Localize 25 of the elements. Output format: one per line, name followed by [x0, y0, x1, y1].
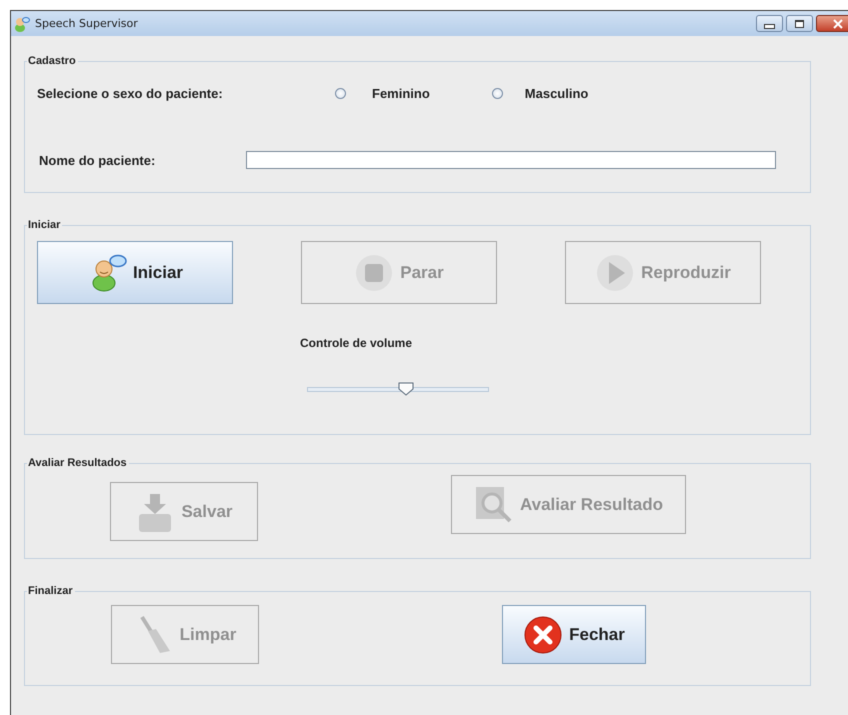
radio-option[interactable]: Masculino: [492, 86, 588, 101]
radio-button[interactable]: [492, 88, 503, 99]
panel-title: Finalizar: [27, 585, 74, 597]
stop-icon: [354, 252, 394, 292]
panel-title: Cadastro: [27, 55, 77, 67]
close-icon: [833, 18, 843, 28]
close-icon: [523, 614, 564, 654]
app-icon: [14, 16, 30, 32]
name-label: Nome do paciente:: [39, 152, 156, 168]
document-magnifier-icon: [474, 484, 514, 524]
minimize-button[interactable]: [756, 15, 783, 32]
slider-thumb[interactable]: [398, 382, 414, 396]
radio-option[interactable]: Feminino: [335, 86, 430, 101]
window-title: Speech Supervisor: [35, 17, 138, 30]
panel-title: Iniciar: [27, 219, 62, 231]
sex-label: Selecione o sexo do paciente:: [37, 86, 224, 101]
action-button[interactable]: Iniciar: [37, 241, 233, 304]
close-button[interactable]: [816, 15, 848, 32]
name-field[interactable]: [246, 151, 776, 169]
play-icon: [595, 252, 636, 292]
panel-title: Avaliar Resultados: [27, 457, 128, 469]
action-button[interactable]: Fechar: [502, 605, 646, 664]
radio-button[interactable]: [335, 88, 346, 99]
maximize-button[interactable]: [786, 15, 813, 32]
volume-label: Controle de volume: [300, 336, 414, 350]
